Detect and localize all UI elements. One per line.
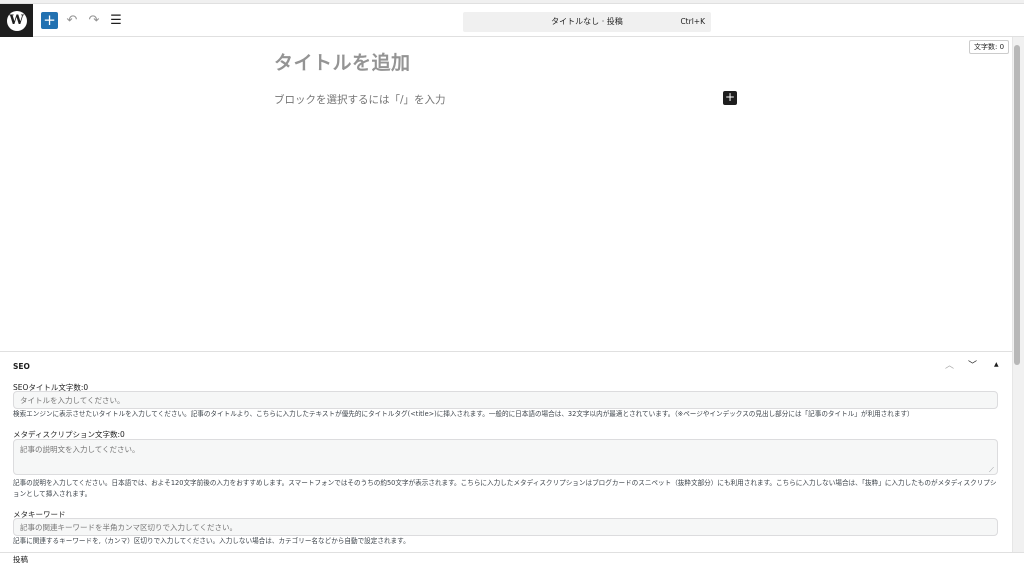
seo-title-input[interactable] <box>13 391 998 409</box>
redo-icon[interactable]: ↷ <box>86 12 102 29</box>
document-title: タイトルなし · 投稿 <box>551 17 623 26</box>
editor-footer: 投稿 <box>0 552 1024 565</box>
word-count-badge: 文字数: 0 <box>969 40 1010 54</box>
move-up-icon[interactable]: ︿ <box>945 358 954 371</box>
command-shortcut: Ctrl+K <box>680 17 705 26</box>
command-bar[interactable]: タイトルなし · 投稿 Ctrl+K <box>463 12 711 32</box>
post-title-input[interactable]: タイトルを追加 <box>274 48 411 75</box>
seo-title-help: 検索エンジンに表示させたいタイトルを入力してください。記事のタイトルより、こちら… <box>13 410 914 418</box>
wordpress-logo[interactable]: W <box>0 4 33 37</box>
collapse-toggle-icon[interactable]: ▲ <box>994 361 999 368</box>
meta-keywords-help: 記事に関連するキーワードを,（カンマ）区切りで入力してください。入力しない場合は… <box>13 537 410 545</box>
meta-keywords-input[interactable] <box>13 518 998 536</box>
block-inserter-toggle[interactable]: + <box>41 12 58 29</box>
breadcrumb[interactable]: 投稿 <box>13 554 28 565</box>
inline-inserter-button[interactable]: + <box>723 91 737 105</box>
move-down-icon[interactable]: ﹀ <box>968 358 977 371</box>
meta-description-help: 記事の説明を入力してください。日本語では、およそ120文字前後の入力をおすすめし… <box>13 479 997 498</box>
undo-icon[interactable]: ↶ <box>64 12 80 29</box>
default-block-appender[interactable]: ブロックを選択するには「/」を入力 <box>274 92 446 107</box>
editor-header: W + ↶ ↷ ☰ タイトルなし · 投稿 Ctrl+K <box>0 4 1024 37</box>
seo-metabox: SEO ︿ ﹀ ▲ SEOタイトル文字数:0 検索エンジンに表示させたいタイトル… <box>0 351 1012 552</box>
wordpress-icon: W <box>6 10 27 31</box>
metabox-title: SEO <box>13 362 30 371</box>
meta-description-textarea[interactable] <box>13 439 998 475</box>
scrollbar-thumb[interactable] <box>1014 45 1020 365</box>
resize-handle-icon[interactable]: ⟋ <box>989 466 994 475</box>
list-view-icon[interactable]: ☰ <box>108 12 124 29</box>
